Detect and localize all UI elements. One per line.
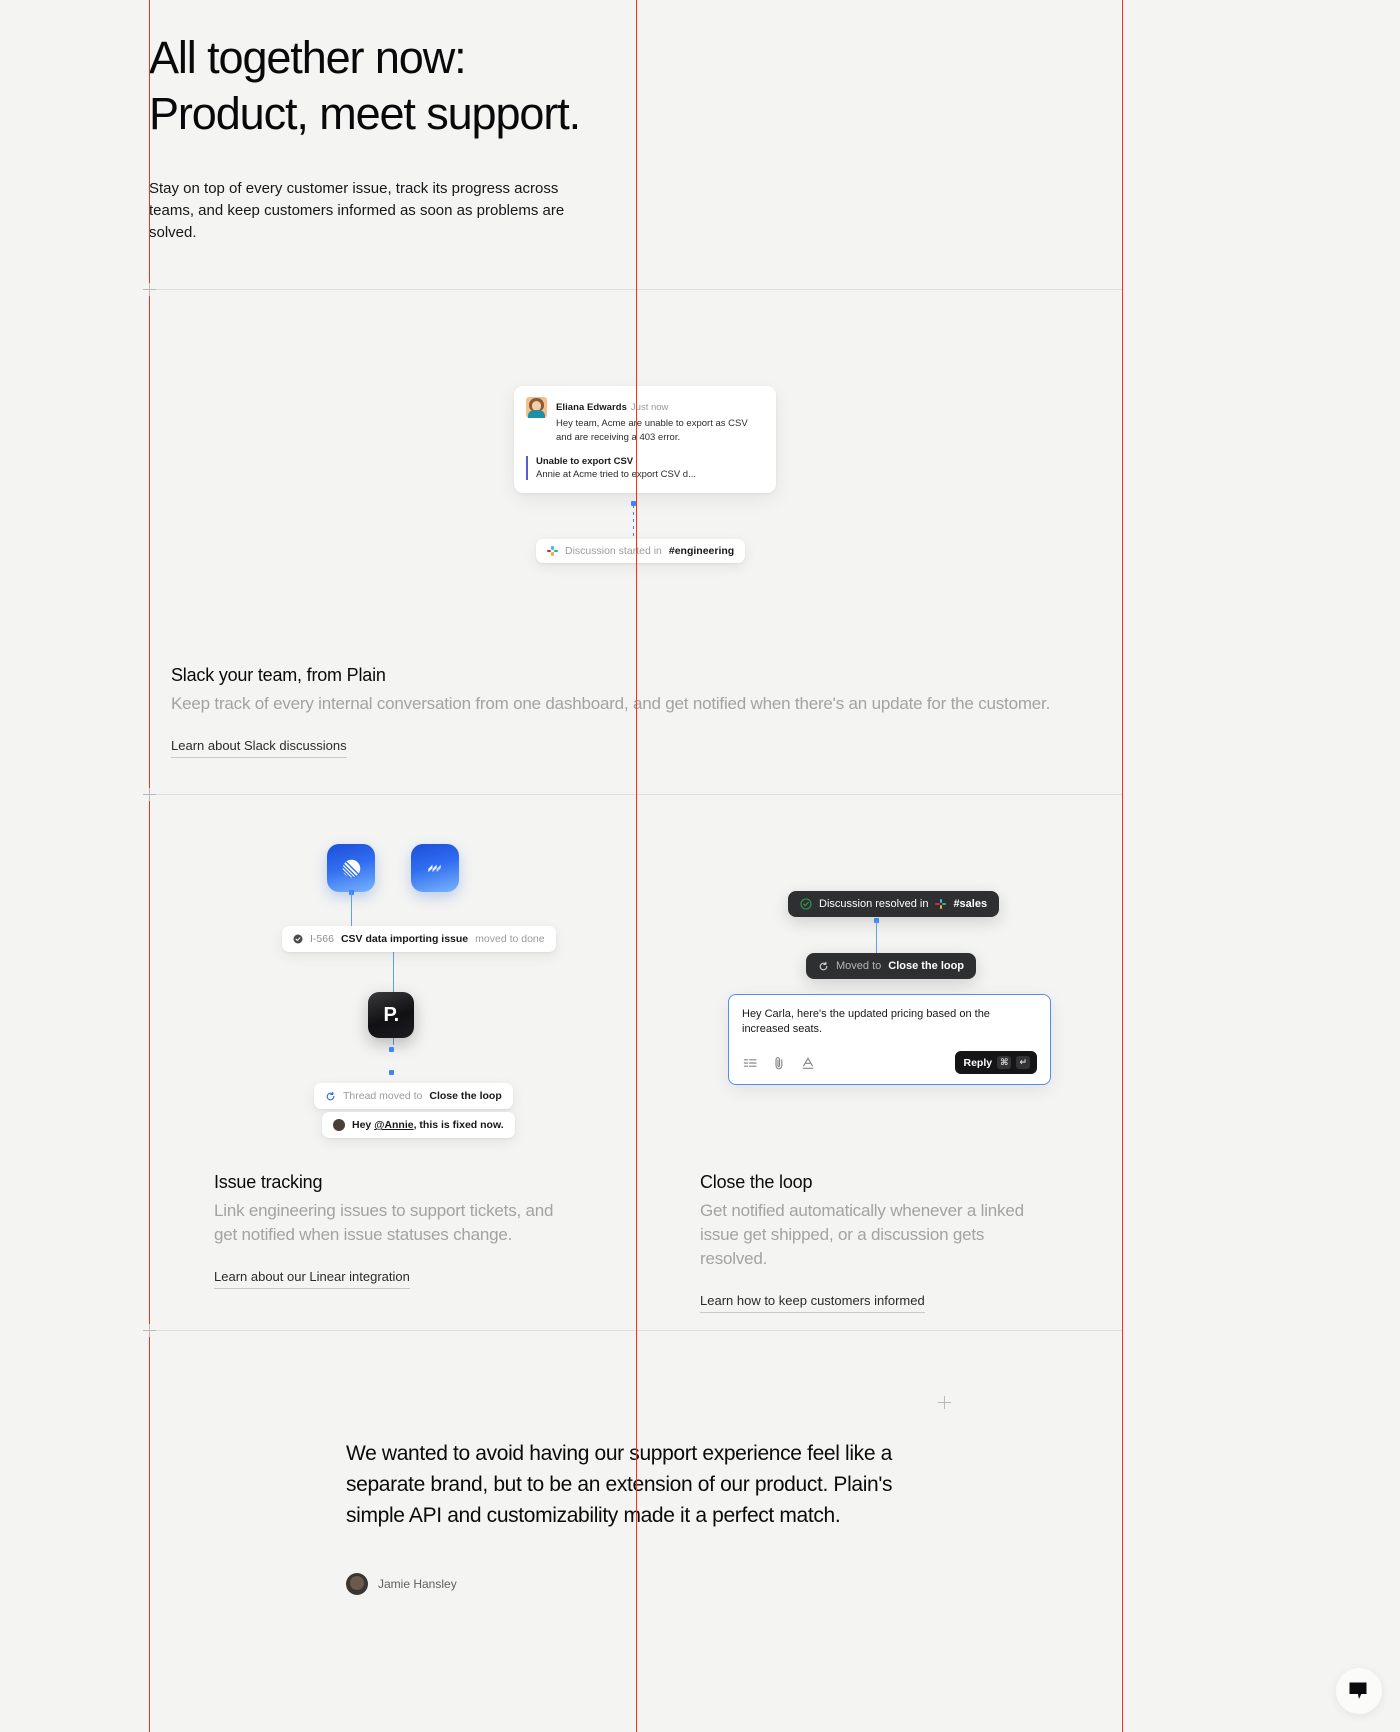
resolved-pill-prefix: Discussion resolved in <box>819 898 929 910</box>
slack-section-body: Keep track of every internal conversatio… <box>171 694 1051 713</box>
page-title: All together now: Product, meet support. <box>149 30 1129 142</box>
hero-subtitle: Stay on top of every customer issue, tra… <box>149 180 565 241</box>
reply-button-label: Reply <box>963 1056 993 1069</box>
layout-guide-left <box>149 0 150 1732</box>
issue-status-pill[interactable]: I-566 CSV data importing issue moved to … <box>282 926 556 952</box>
moved-pill-target: Close the loop <box>888 960 965 972</box>
check-circle-icon <box>293 934 303 944</box>
reply-greeting: Hey <box>352 1119 375 1131</box>
hero-section: All together now: Product, meet support.… <box>149 30 1129 244</box>
issue-tracking-link[interactable]: Learn about our Linear integration <box>214 1269 410 1289</box>
slack-pill-channel: #engineering <box>668 545 735 557</box>
linked-thread-title: Unable to export CSV <box>536 456 634 467</box>
chat-widget-button[interactable] <box>1336 1668 1382 1714</box>
reply-mention[interactable]: @Annie <box>374 1119 413 1131</box>
close-the-loop-text: Close the loop Get notified automaticall… <box>700 1170 1100 1313</box>
agent-reply-pill[interactable]: Hey @Annie, this is fixed now. <box>322 1112 515 1138</box>
thread-moved-pill[interactable]: Thread moved to Close the loop <box>314 1083 513 1109</box>
close-the-loop-link[interactable]: Learn how to keep customers informed <box>700 1293 925 1313</box>
issue-id: I-566 <box>310 933 334 945</box>
issue-tracking-title: Issue tracking <box>214 1172 323 1192</box>
layout-guide-center <box>636 0 637 1732</box>
page-title-line-1: All together now: <box>149 32 467 83</box>
reply-button[interactable]: Reply ⌘ ↵ <box>954 1051 1037 1074</box>
connector-dot-plain-a <box>389 1047 394 1052</box>
issue-status: moved to done <box>475 933 545 945</box>
thread-pill-target: Close the loop <box>429 1090 502 1102</box>
plain-logo: P. <box>368 992 414 1038</box>
slack-icon <box>935 898 947 910</box>
issue-name: CSV data importing issue <box>340 933 469 945</box>
moved-to-pill[interactable]: Moved to Close the loop <box>806 953 977 979</box>
shortcut-cmd-key: ⌘ <box>997 1056 1012 1069</box>
close-the-loop-body: Get notified automatically whenever a li… <box>700 1201 1024 1268</box>
message-author: Eliana Edwards <box>556 402 627 413</box>
issue-tracking-text: Issue tracking Link engineering issues t… <box>214 1170 614 1289</box>
shortcut-enter-key: ↵ <box>1016 1056 1030 1069</box>
quote-author-name: Jamie Hansley <box>378 1577 457 1591</box>
issue-tracking-body: Link engineering issues to support ticke… <box>214 1201 554 1244</box>
quote-author-avatar <box>346 1573 368 1595</box>
loop-refresh-icon <box>819 961 828 970</box>
linked-thread-subtitle: Annie at Acme tried to export CSV d... <box>536 469 696 480</box>
close-the-loop-title: Close the loop <box>700 1172 813 1192</box>
discussion-resolved-pill[interactable]: Discussion resolved in #sales <box>788 891 1000 917</box>
reply-rest: , this is fixed now. <box>413 1119 504 1131</box>
message-body: Hey team, Acme are unable to export as C… <box>556 418 748 443</box>
slack-icon <box>547 545 558 557</box>
agent-avatar <box>333 1119 345 1131</box>
slack-section-text: Slack your team, from Plain Keep track o… <box>171 663 1111 758</box>
connector-dot-plain-b <box>389 1070 394 1075</box>
layout-guide-right <box>1122 0 1123 1732</box>
text-format-icon[interactable] <box>800 1055 816 1071</box>
slack-discussion-pill[interactable]: Discussion started in #engineering <box>536 539 746 563</box>
slack-section-link[interactable]: Learn about Slack discussions <box>171 738 347 758</box>
linear-app-icon <box>327 844 375 892</box>
check-circle-green-icon <box>800 898 812 910</box>
attachment-icon[interactable] <box>771 1055 787 1071</box>
linked-thread-quote[interactable]: Unable to export CSV Annie at Acme tried… <box>526 456 764 480</box>
composer-text[interactable]: Hey Carla, here's the updated pricing ba… <box>742 1007 1037 1037</box>
jira-app-icon <box>411 844 459 892</box>
connector-vertical-right <box>876 920 878 956</box>
loop-refresh-icon <box>326 1091 335 1100</box>
avatar <box>526 397 547 418</box>
slack-message-card: Eliana Edwards Just now Hey team, Acme ar… <box>514 386 776 493</box>
page-title-line-2: Product, meet support. <box>149 88 581 139</box>
slack-pill-prefix: Discussion started in <box>565 545 662 557</box>
reply-composer[interactable]: Hey Carla, here's the updated pricing ba… <box>728 994 1051 1085</box>
moved-pill-prefix: Moved to <box>836 960 882 972</box>
list-format-icon[interactable] <box>742 1055 758 1071</box>
resolved-pill-channel: #sales <box>953 898 988 910</box>
chat-bubble-icon <box>1349 1682 1367 1699</box>
slack-section-title: Slack your team, from Plain <box>171 665 386 685</box>
thread-pill-prefix: Thread moved to <box>343 1090 423 1102</box>
